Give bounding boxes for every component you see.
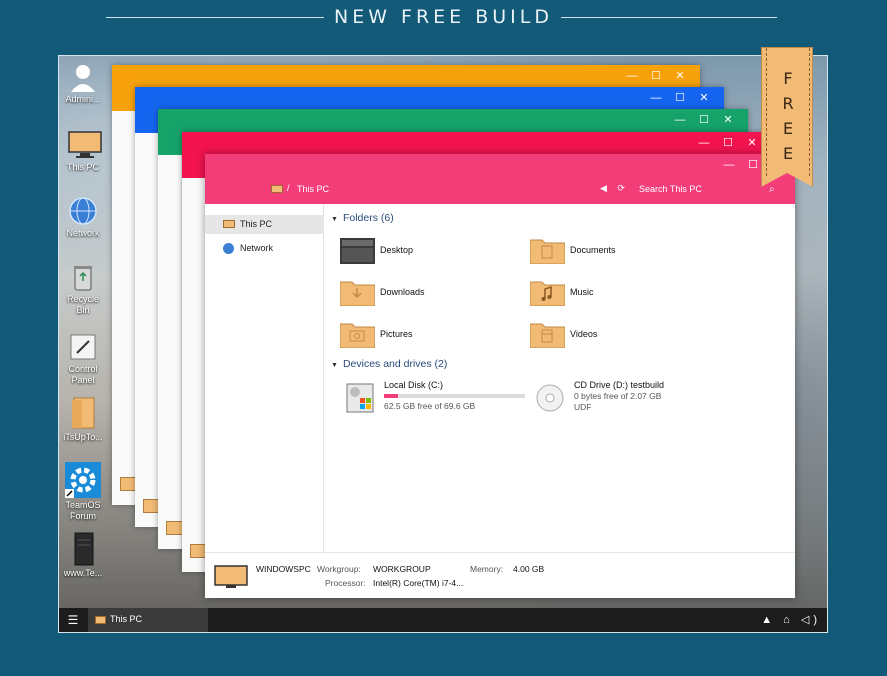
free-ribbon-badge: F R E E [761,47,813,187]
minimize-button[interactable]: — [644,87,668,109]
sidebar-item-this-pc[interactable]: This PC [205,215,323,234]
folder-pictures[interactable]: Pictures [339,320,510,350]
folder-videos[interactable]: Videos [529,320,700,350]
maximize-button[interactable]: ☐ [644,65,668,87]
desktop-icon-network[interactable]: Network [61,196,105,239]
cd-drive-icon [535,382,565,414]
desktop-icon-teamos-forum[interactable]: TeamOS Forum [61,462,105,522]
window-sidebar [158,155,182,549]
details-pane: WINDOWSPC Workgroup: WORKGROUP Memory: 4… [205,552,795,598]
taskbar: ☰ This PC ▲ ⌂ ◁) [59,608,827,632]
page-header: NEW FREE BUILD [0,0,887,36]
window-controls: — ☐ ✕ [692,132,764,154]
address-bar[interactable]: This PC [297,184,329,194]
maximize-button[interactable]: ☐ [668,87,692,109]
taskbar-item-this-pc[interactable]: This PC [88,608,208,632]
memory-label: Memory: [470,564,504,574]
drives-heading[interactable]: ▼ Devices and drives (2) [331,358,447,370]
window-titlebar: — ☐ / This PC ◀ ⟳ Search This PC ⌕ [205,154,795,204]
disk-usage-fill [384,394,399,398]
disk-usage-bar [384,394,525,398]
close-button[interactable]: ✕ [668,65,692,87]
window-sidebar [182,178,206,572]
close-button[interactable]: ✕ [740,132,764,154]
maximize-button[interactable]: ☐ [692,109,716,131]
desktop-icon-this-pc[interactable]: This PC [61,130,105,173]
desktop-folder-icon [340,236,375,264]
window-controls: — ☐ ✕ [668,109,740,131]
chevron-down-icon: ▼ [331,216,338,223]
gear-icon [65,462,101,498]
window-controls: — ☐ ✕ [644,87,716,109]
system-tray-icons[interactable]: ▲ ⌂ ◁) [761,613,821,626]
desktop-icon-control-panel[interactable]: Control Panel [61,332,105,386]
desktop-icon-administrator[interactable]: Admini... [61,62,105,105]
start-menu-icon[interactable]: ☰ [59,608,87,632]
navigation-pane: This PC Network [205,204,324,552]
desktop-icon-itsupto[interactable]: iTsUpTo... [61,396,105,443]
music-folder-icon [529,278,566,307]
drive-cd-d[interactable]: CD Drive (D:) testbuild 0 bytes free of … [535,380,735,416]
hard-disk-icon [345,382,375,414]
folder-music[interactable]: Music [529,278,700,308]
drive-local-disk-c[interactable]: Local Disk (C:) 62.5 GB free of 69.6 GB [345,380,535,416]
processor-value: Intel(R) Core(TM) i7-4... [373,578,464,588]
sidebar-item-network[interactable]: Network [205,239,323,258]
pictures-folder-icon [339,320,376,349]
workgroup-value: WORKGROUP [373,564,431,574]
pc-icon [68,130,102,160]
this-pc-window[interactable]: — ☐ / This PC ◀ ⟳ Search This PC ⌕ This … [205,154,795,598]
close-button[interactable]: ✕ [716,109,740,131]
videos-folder-icon [529,320,566,349]
document-icon [68,532,98,566]
downloads-folder-icon [339,278,376,307]
search-input[interactable]: Search This PC [639,184,702,194]
desktop-icon-recycle-bin[interactable]: Recycle Bin [61,262,105,316]
folders-heading[interactable]: ▼ Folders (6) [331,212,394,224]
maximize-button[interactable]: ☐ [716,132,740,154]
workgroup-label: Workgroup: [317,564,361,574]
control-panel-icon [68,332,98,362]
minimize-button[interactable]: — [620,65,644,87]
folder-documents[interactable]: Documents [529,236,700,266]
content-pane: ▼ Folders (6) Desktop Documents Downloads [325,204,795,552]
documents-folder-icon [529,236,566,265]
processor-label: Processor: [325,578,366,588]
header-line-right [561,17,777,18]
network-icon [68,196,98,226]
folder-downloads[interactable]: Downloads [339,278,510,308]
pc-icon [214,565,248,589]
address-separator: / [287,183,290,193]
window-controls: — ☐ ✕ [620,65,692,87]
search-icon[interactable]: ⌕ [769,184,775,195]
folder-icon [68,396,98,430]
nav-back-refresh-icon[interactable]: ◀ ⟳ [600,183,629,194]
memory-value: 4.00 GB [513,564,545,574]
pc-icon [95,616,106,624]
minimize-button[interactable]: — [717,154,741,176]
desktop-icon-www-te[interactable]: www.Te... [61,532,105,579]
chevron-down-icon: ▼ [331,362,338,369]
folder-desktop[interactable]: Desktop [340,236,510,266]
minimize-button[interactable]: — [692,132,716,154]
pc-icon [223,220,235,228]
recycle-bin-icon [68,262,98,292]
window-sidebar [135,133,159,527]
window-controls: — ☐ [717,154,765,176]
pc-icon [271,185,283,193]
user-icon [68,62,98,92]
network-icon [223,243,234,254]
close-button[interactable]: ✕ [692,87,716,109]
minimize-button[interactable]: — [668,109,692,131]
pc-name: WINDOWSPC [256,564,311,574]
window-sidebar [112,111,136,505]
